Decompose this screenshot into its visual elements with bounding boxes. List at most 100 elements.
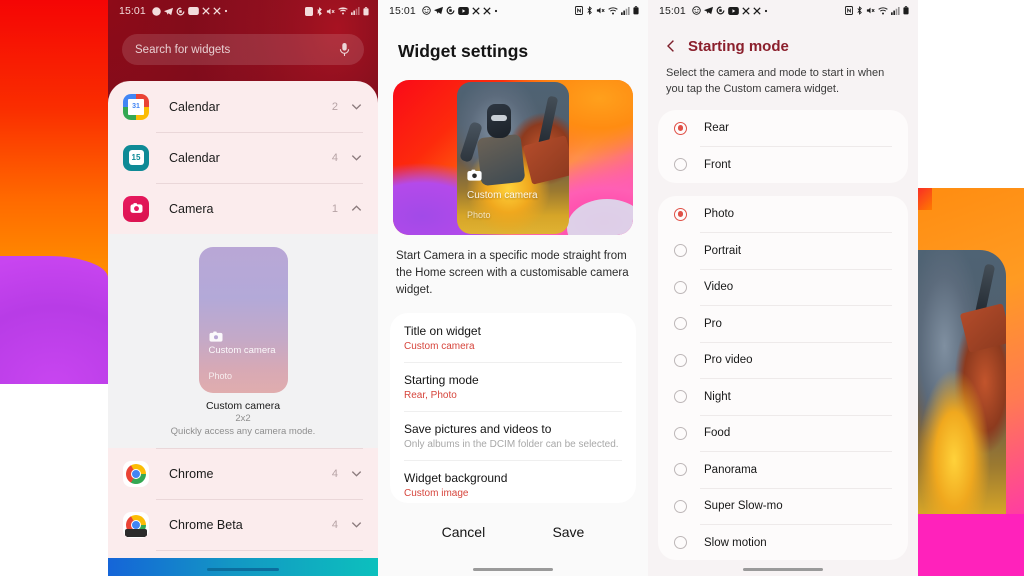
setting-value: Custom image <box>404 487 469 499</box>
widget-row-count: 2 <box>331 100 338 113</box>
save-button[interactable]: Save <box>552 524 584 540</box>
x-icon-2 <box>753 7 761 15</box>
page-header: Starting mode <box>648 22 918 55</box>
navigation-bar-panel2 <box>378 560 648 576</box>
mute-icon <box>326 7 335 16</box>
widget-row-count: 4 <box>331 467 338 480</box>
telegram-icon <box>433 6 443 15</box>
widget-list-sheet: 31 Calendar 2 15 Calendar 4 Camera 1 Cus… <box>108 81 378 558</box>
setting-widget-background[interactable]: Widget background Custom image <box>390 459 636 503</box>
youtube-icon <box>727 6 739 15</box>
radio-indicator[interactable] <box>674 121 687 135</box>
chrome-icon <box>123 460 149 487</box>
radio-indicator[interactable] <box>674 317 687 331</box>
radio-indicator[interactable] <box>674 280 687 294</box>
radio-option-pro[interactable]: Pro <box>658 305 908 342</box>
chevron-up-icon[interactable] <box>350 202 363 215</box>
dot-icon <box>494 9 498 13</box>
radio-indicator[interactable] <box>674 158 687 172</box>
x-icon <box>472 6 480 15</box>
widget-row-clock[interactable]: Clock 4 <box>108 550 378 558</box>
chevron-down-icon[interactable] <box>350 467 363 480</box>
bluetooth-icon <box>316 6 323 16</box>
camera-badge-icon <box>208 329 223 342</box>
search-input[interactable]: Search for widgets <box>122 34 364 65</box>
widget-row-label: Chrome Beta <box>169 517 243 532</box>
widget-row-label: Camera <box>169 201 214 216</box>
sync-icon <box>716 6 725 15</box>
microphone-icon[interactable] <box>338 42 351 57</box>
radio-indicator[interactable] <box>674 499 687 513</box>
widget-hero-card[interactable]: Custom camera Photo <box>457 81 569 234</box>
page-subtitle: Select the camera and mode to start in w… <box>666 66 885 95</box>
setting-save-location[interactable]: Save pictures and videos to Only albums … <box>390 410 636 460</box>
mech-artwork-right <box>910 250 1006 550</box>
mode-select-card: Photo Portrait Video Pro Pro video Night… <box>658 195 908 561</box>
status-time: 15:01 <box>389 4 416 17</box>
radio-option-slow-motion[interactable]: Slow motion <box>658 524 908 560</box>
widget-row-calendar-google[interactable]: 31 Calendar 2 <box>108 81 378 132</box>
radio-option-food[interactable]: Food <box>658 414 908 452</box>
youtube-icon <box>187 7 199 15</box>
chevron-down-icon[interactable] <box>350 518 363 531</box>
widget-row-chrome-beta[interactable]: Chrome Beta 4 <box>108 499 378 550</box>
back-chevron-icon[interactable] <box>664 39 678 53</box>
chevron-down-icon[interactable] <box>350 151 363 164</box>
radio-option-portrait[interactable]: Portrait <box>658 232 908 269</box>
battery-icon <box>633 6 639 15</box>
radio-indicator[interactable] <box>674 426 687 440</box>
wallpaper-left-purple-band <box>0 256 108 384</box>
chevron-down-icon[interactable] <box>350 100 363 113</box>
search-placeholder: Search for widgets <box>135 43 231 56</box>
mute-icon <box>596 6 605 15</box>
radio-option-photo[interactable]: Photo <box>658 196 908 233</box>
radio-indicator[interactable] <box>674 244 687 258</box>
radio-label: Photo <box>704 208 735 221</box>
home-indicator[interactable] <box>743 568 823 571</box>
radio-indicator[interactable] <box>674 353 687 367</box>
widget-row-camera[interactable]: Camera 1 <box>108 183 378 234</box>
panel-widget-picker: 15:01 Search for widgets 31 Calendar 2 1… <box>108 0 378 576</box>
radio-indicator[interactable] <box>674 463 687 477</box>
widget-hero-preview: Custom camera Photo <box>393 80 633 235</box>
wifi-icon <box>608 7 618 15</box>
radio-label: Night <box>704 390 731 403</box>
radio-option-video[interactable]: Video <box>658 268 908 306</box>
widget-row-label: Calendar <box>169 99 220 114</box>
radio-indicator[interactable] <box>674 207 687 221</box>
radio-option-panorama[interactable]: Panorama <box>658 451 908 488</box>
widget-row-count: 1 <box>331 202 338 215</box>
camera-app-icon <box>123 195 149 222</box>
setting-value: Only albums in the DCIM folder can be se… <box>404 438 619 450</box>
widget-preview-title: Custom camera <box>208 345 276 356</box>
radio-option-night[interactable]: Night <box>658 378 908 415</box>
widget-preview-card[interactable]: Custom camera Photo <box>198 247 288 393</box>
setting-label: Save pictures and videos to <box>404 421 552 436</box>
cancel-button[interactable]: Cancel <box>442 524 486 540</box>
radio-option-pro-video[interactable]: Pro video <box>658 341 908 379</box>
widget-row-calendar-samsung[interactable]: 15 Calendar 4 <box>108 132 378 183</box>
battery-icon <box>903 6 909 15</box>
radio-label: Panorama <box>704 463 758 476</box>
radio-label: Food <box>704 427 731 440</box>
setting-title-on-widget[interactable]: Title on widget Custom camera <box>390 313 636 362</box>
camera-widget-preview[interactable]: Custom camera Photo Custom camera 2x2 Qu… <box>108 234 378 448</box>
google-calendar-day: 31 <box>128 98 144 115</box>
wallpaper-left <box>0 0 108 384</box>
navigation-bar-panel1 <box>108 558 378 576</box>
radio-indicator[interactable] <box>674 536 687 550</box>
x-icon-2 <box>483 6 491 15</box>
home-indicator[interactable] <box>207 568 279 571</box>
radio-option-front[interactable]: Front <box>658 146 908 182</box>
radio-option-super-slow-mo[interactable]: Super Slow-mo <box>658 487 908 525</box>
status-bar-panel2: 15:01 <box>378 0 648 21</box>
battery-icon <box>363 6 369 16</box>
widget-row-chrome[interactable]: Chrome 4 <box>108 448 378 499</box>
setting-label: Title on widget <box>404 323 481 338</box>
hero-card-mode: Photo <box>467 209 491 220</box>
home-indicator[interactable] <box>473 568 553 571</box>
radio-indicator[interactable] <box>674 390 687 404</box>
widget-description: Start Camera in a specific mode straight… <box>396 249 629 296</box>
radio-option-rear[interactable]: Rear <box>658 110 908 147</box>
setting-starting-mode[interactable]: Starting mode Rear, Photo <box>390 361 636 411</box>
